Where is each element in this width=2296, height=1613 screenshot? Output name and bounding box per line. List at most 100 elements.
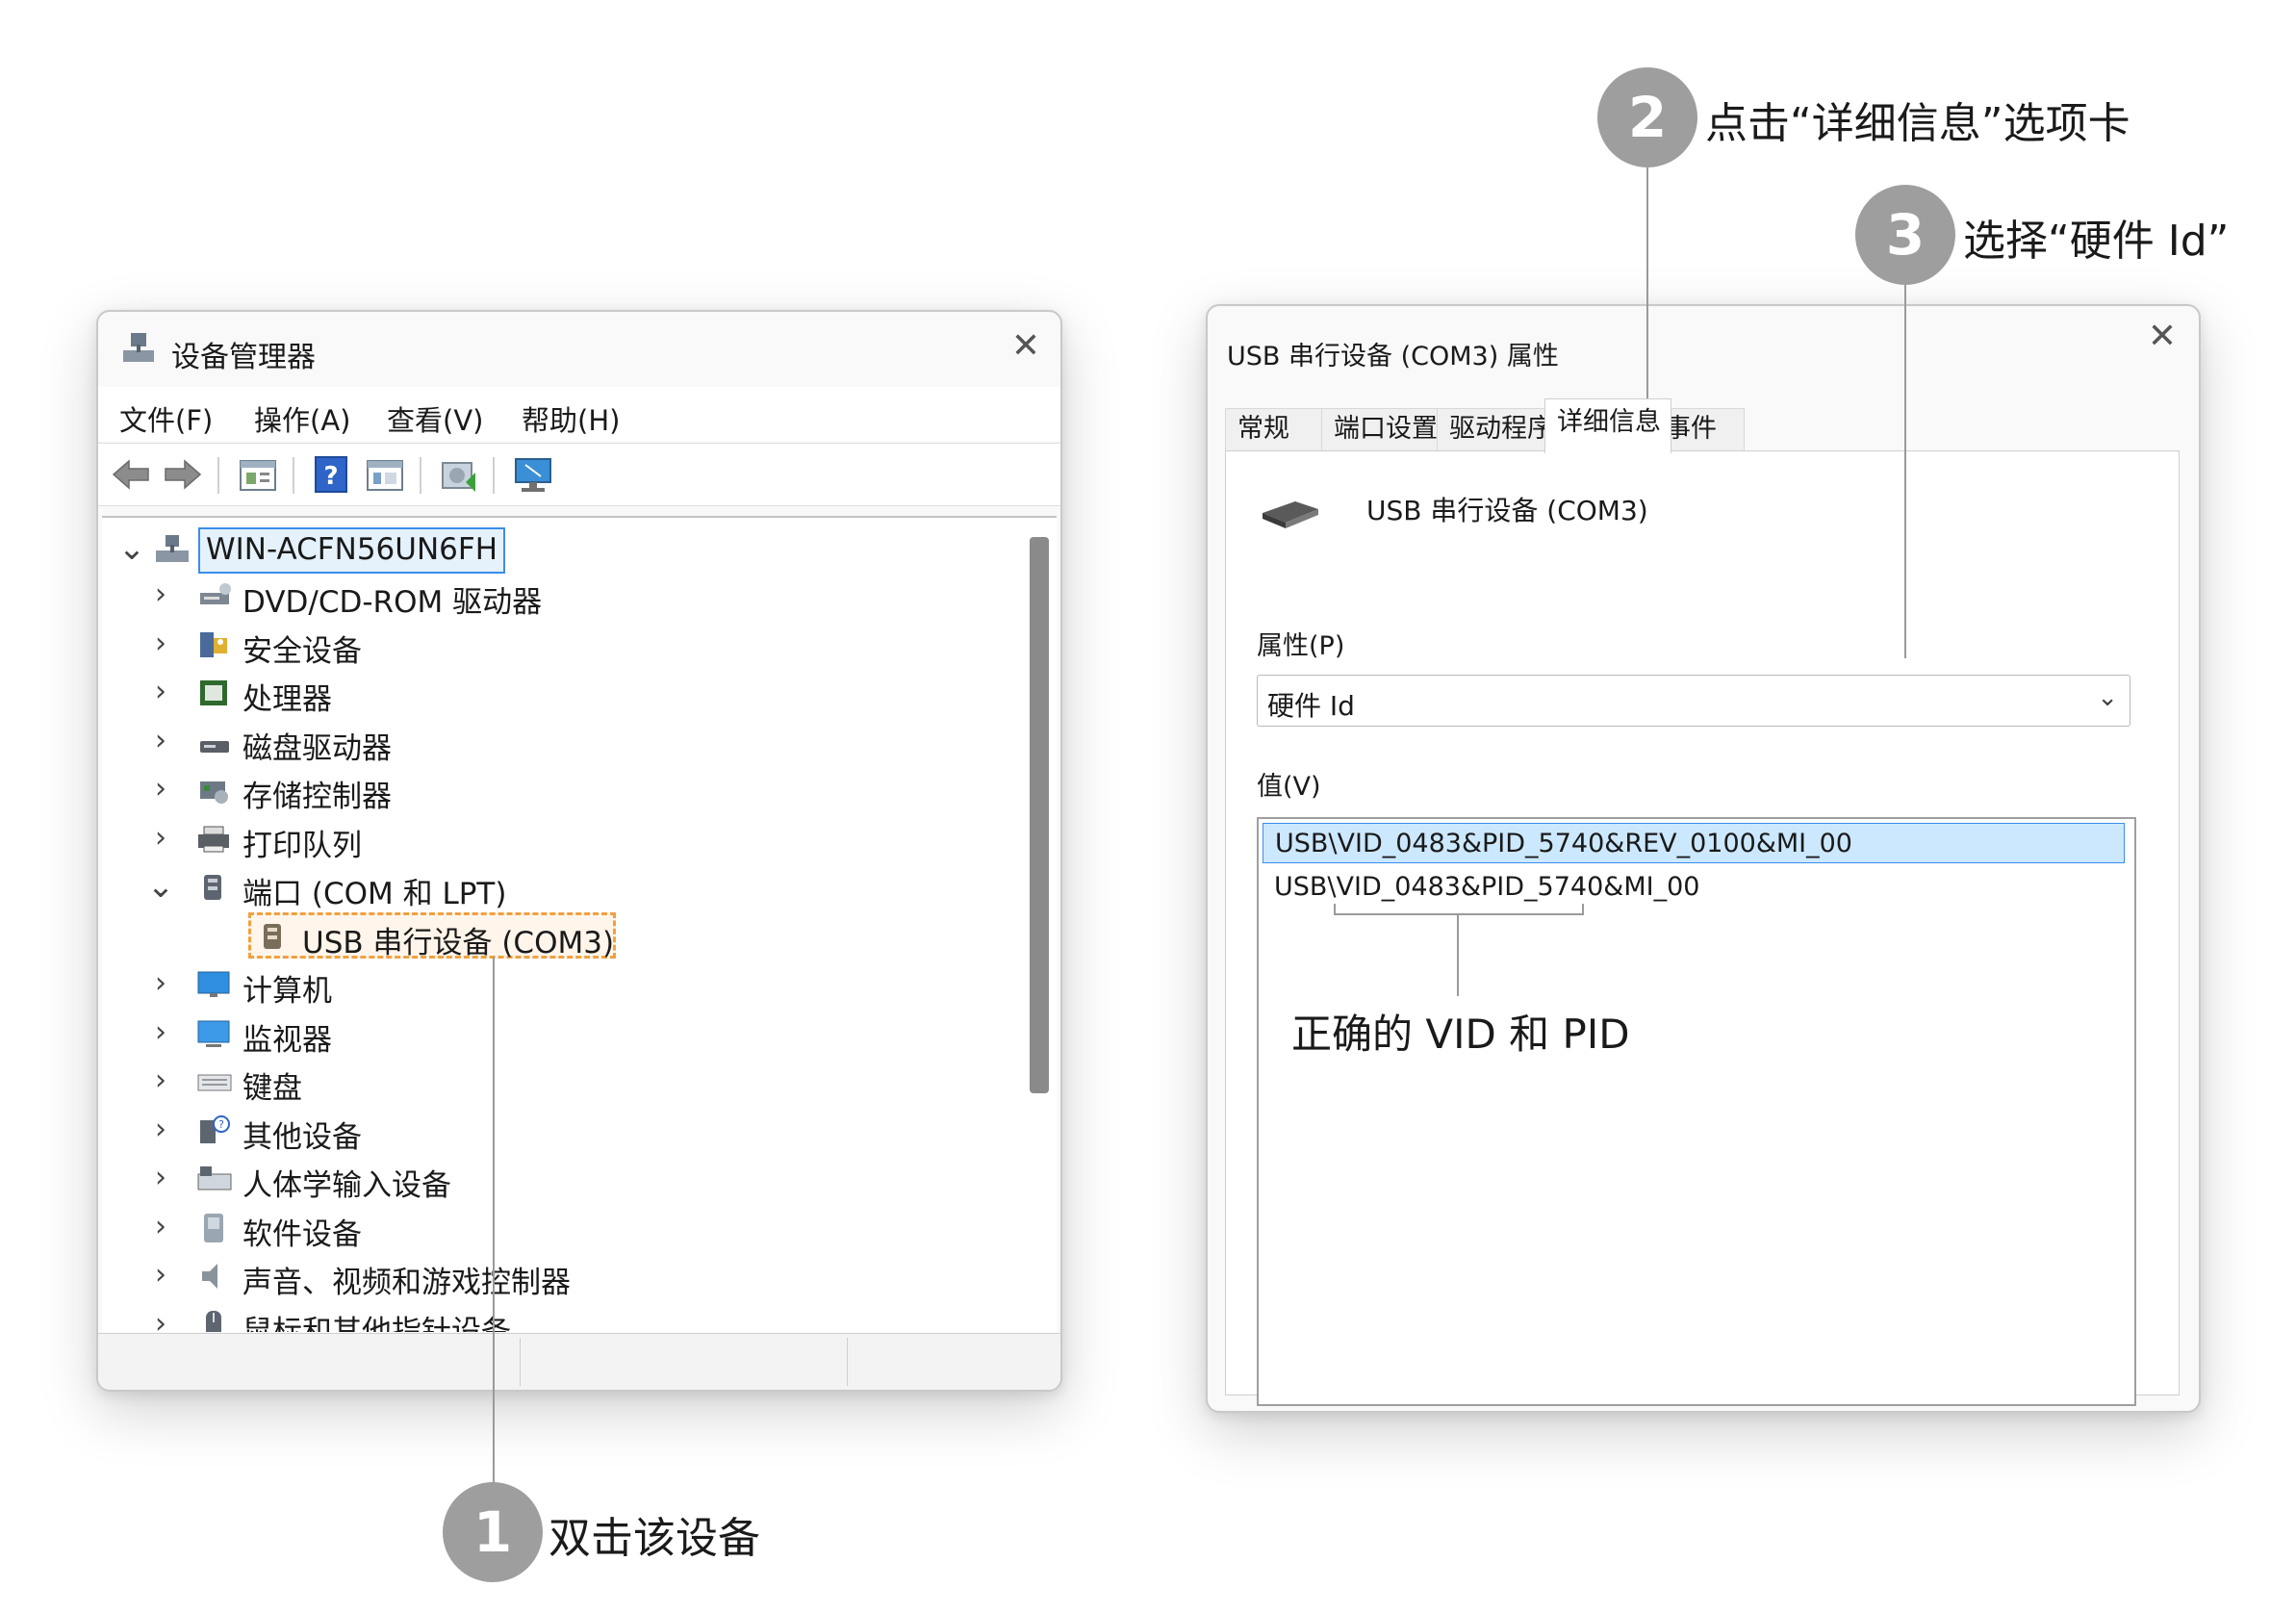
step3-leader-line	[1904, 285, 1906, 658]
step3-text: 选择“硬件 Id”	[1963, 217, 2230, 266]
tab-general[interactable]: 常规	[1225, 408, 1333, 451]
tab-details[interactable]: 详细信息	[1544, 398, 1671, 453]
other-device-icon: ?	[200, 1114, 230, 1143]
device-manager-window: 设备管理器 ✕ 文件(F) 操作(A) 查看(V) 帮助(H) ? ⌄ WIN-…	[96, 310, 1062, 1392]
property-select[interactable]: 硬件 Id ⌄	[1257, 675, 2130, 727]
usb-serial-icon	[264, 923, 281, 949]
menu-help[interactable]: 帮助(H)	[522, 398, 620, 439]
chevron-right-icon[interactable]: ›	[146, 1307, 175, 1333]
properties-icon[interactable]	[237, 453, 279, 496]
tree-item-label: 监视器	[242, 1022, 332, 1058]
storage-controller-icon	[200, 781, 228, 804]
value-row[interactable]: USB\VID_0483&PID_5740&REV_0100&MI_00	[1263, 823, 2125, 863]
status-separator	[847, 1338, 848, 1386]
toolbar-separator	[493, 457, 495, 494]
value-label: 值(V)	[1257, 772, 1321, 802]
device-manager-titlebar[interactable]: 设备管理器 ✕	[98, 312, 1060, 387]
tree-item-label: 鼠标和其他指针设备	[242, 1314, 511, 1333]
tree-child-row[interactable]: USB 串行设备 (COM3)	[102, 911, 1026, 960]
step1-text: 双击该设备	[548, 1514, 760, 1563]
tree-item-label: 打印队列	[242, 828, 362, 863]
chevron-down-icon[interactable]: ⌄	[146, 869, 175, 904]
tree-item-label: 计算机	[242, 974, 332, 1009]
bracket-right	[1582, 904, 1584, 915]
toolbar-separator	[217, 457, 219, 494]
device-name: USB 串行设备 (COM3)	[1366, 495, 1648, 526]
chevron-right-icon[interactable]: ›	[146, 675, 175, 709]
tree-category-row[interactable]: ⌄ 端口 (COM 和 LPT)	[102, 865, 1026, 911]
chevron-right-icon[interactable]: ›	[146, 1113, 175, 1147]
tree-category-row[interactable]: › 键盘	[102, 1060, 1026, 1106]
tree-item-label: 磁盘驱动器	[242, 730, 392, 766]
software-device-icon	[204, 1213, 223, 1242]
mouse-icon	[206, 1310, 221, 1332]
scan-monitor-icon[interactable]	[512, 453, 554, 496]
chevron-right-icon[interactable]: ›	[146, 577, 175, 612]
tree-category-row[interactable]: › 安全设备	[102, 623, 1026, 669]
computer-name[interactable]: WIN-ACFN56UN6FH	[198, 527, 506, 574]
processor-icon	[200, 680, 227, 705]
device-manager-app-icon	[123, 333, 154, 362]
chevron-right-icon[interactable]: ›	[146, 1258, 175, 1293]
hid-icon	[197, 1166, 232, 1191]
chevron-right-icon[interactable]: ›	[146, 966, 175, 1001]
tree-category-row[interactable]: › 声音、视频和游戏控制器	[102, 1254, 1026, 1300]
device-manager-menubar: 文件(F) 操作(A) 查看(V) 帮助(H)	[98, 387, 1060, 441]
device-manager-close-button[interactable]: ✕	[1005, 325, 1047, 368]
sound-icon	[202, 1264, 217, 1289]
properties-titlebar[interactable]: USB 串行设备 (COM3) 属性 ✕	[1208, 306, 2199, 381]
tree-category-row[interactable]: › 计算机	[102, 962, 1026, 1009]
tree-category-row[interactable]: ›? 其他设备	[102, 1109, 1026, 1155]
tree-item-label: 端口 (COM 和 LPT)	[242, 877, 507, 911]
properties-close-button[interactable]: ✕	[2141, 316, 2183, 358]
chevron-down-icon[interactable]: ⌄	[2097, 683, 2118, 712]
properties-dialog: USB 串行设备 (COM3) 属性 ✕ 常规 端口设置 驱动程序 详细信息 事…	[1206, 304, 2201, 1413]
value-list[interactable]: USB\VID_0483&PID_5740&REV_0100&MI_00 USB…	[1257, 817, 2136, 1406]
chevron-right-icon[interactable]: ›	[146, 821, 175, 856]
tree-item-label: 声音、视频和游戏控制器	[242, 1266, 571, 1300]
tree-scrollbar-thumb[interactable]	[1030, 537, 1049, 1093]
chevron-right-icon[interactable]: ›	[146, 1161, 175, 1195]
back-arrow-icon[interactable]	[110, 453, 152, 496]
help-icon[interactable]: ?	[310, 453, 352, 496]
view-icon[interactable]	[364, 453, 406, 496]
svg-text:?: ?	[218, 1118, 224, 1131]
menu-action[interactable]: 操作(A)	[254, 398, 350, 439]
tree-item-label: 其他设备	[242, 1119, 362, 1155]
computer-root-icon	[156, 535, 189, 562]
tree-category-row[interactable]: › 鼠标和其他指针设备	[102, 1303, 1026, 1333]
chevron-right-icon[interactable]: ›	[146, 1063, 175, 1098]
forward-arrow-icon[interactable]	[162, 453, 204, 496]
tree-category-row[interactable]: › 软件设备	[102, 1206, 1026, 1252]
tree-category-row[interactable]: › 磁盘驱动器	[102, 720, 1026, 766]
tree-item-label: 键盘	[242, 1071, 302, 1106]
step2-text: 点击“详细信息”选项卡	[1705, 99, 2130, 148]
chevron-right-icon[interactable]: ›	[146, 1015, 175, 1050]
tree-category-row[interactable]: › 监视器	[102, 1011, 1026, 1058]
chevron-right-icon[interactable]: ›	[146, 627, 175, 661]
status-separator	[520, 1338, 521, 1386]
menu-view[interactable]: 查看(V)	[387, 398, 483, 439]
toolbar-separator	[293, 457, 294, 494]
chevron-right-icon[interactable]: ›	[146, 1210, 175, 1244]
tree-item-label: DVD/CD-ROM 驱动器	[242, 585, 543, 620]
update-driver-icon[interactable]	[437, 453, 479, 496]
chevron-right-icon[interactable]: ›	[146, 724, 175, 758]
chevron-down-icon[interactable]: ⌄	[117, 531, 146, 566]
tree-root-row[interactable]: ⌄ WIN-ACFN56UN6FH	[102, 527, 1026, 574]
tab-port-settings[interactable]: 端口设置	[1321, 408, 1448, 451]
dvd-drive-icon	[200, 583, 231, 604]
menu-file[interactable]: 文件(F)	[119, 398, 213, 439]
security-device-icon	[200, 631, 227, 657]
tree-category-row[interactable]: › DVD/CD-ROM 驱动器	[102, 574, 1026, 620]
property-select-value: 硬件 Id	[1267, 690, 1355, 722]
tree-category-row[interactable]: › 人体学输入设备	[102, 1157, 1026, 1203]
value-row[interactable]: USB\VID_0483&PID_5740&MI_00	[1263, 867, 2125, 908]
tree-category-row[interactable]: › 存储控制器	[102, 768, 1026, 814]
step2-leader-line	[1646, 167, 1648, 402]
tree-category-row[interactable]: › 打印队列	[102, 817, 1026, 863]
details-panel: USB 串行设备 (COM3) 属性(P) 硬件 Id ⌄ 值(V) USB\V…	[1225, 450, 2180, 1406]
chevron-right-icon[interactable]: ›	[146, 772, 175, 806]
port-icon	[204, 875, 221, 900]
tree-category-row[interactable]: › 处理器	[102, 671, 1026, 717]
